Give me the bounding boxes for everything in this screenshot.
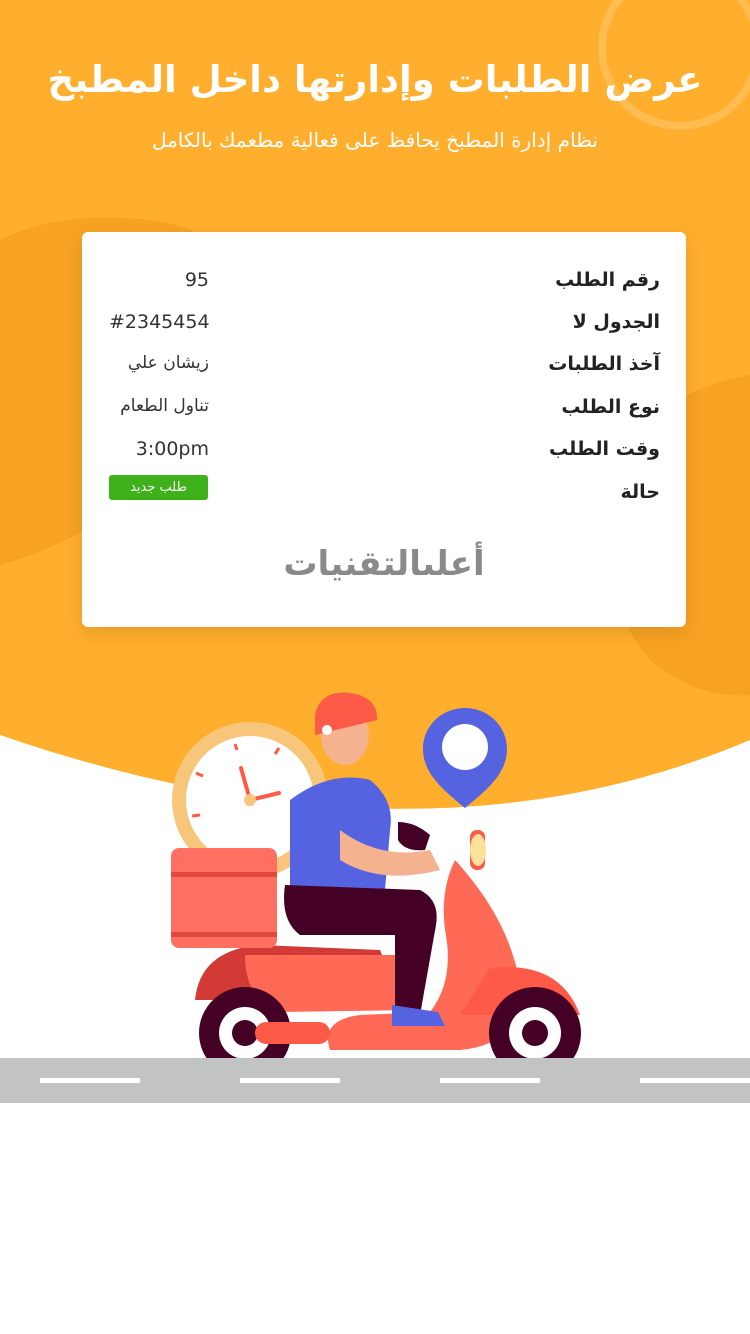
order-type-label: نوع الطلب bbox=[561, 396, 660, 418]
order-taker-value: زيشان علي bbox=[127, 353, 209, 373]
status-badge[interactable]: طلب جديد bbox=[109, 475, 208, 500]
order-time-label: وقت الطلب bbox=[548, 438, 660, 460]
page-title: عرض الطلبات وإدارتها داخل المطبخ bbox=[47, 58, 703, 101]
order-taker-row: آخذ الطلبات زيشان علي bbox=[82, 353, 686, 383]
table-number-value: #2345454 bbox=[109, 311, 210, 333]
order-status-row: حالة طلب جديد bbox=[82, 475, 686, 511]
road-marking bbox=[640, 1078, 750, 1083]
road-marking bbox=[40, 1078, 140, 1083]
road-marking bbox=[240, 1078, 340, 1083]
order-type-row: نوع الطلب تناول الطعام bbox=[82, 396, 686, 426]
road bbox=[0, 1058, 750, 1103]
page-subtitle: نظام إدارة المطبخ يحافظ على فعالية مطعمك… bbox=[151, 128, 599, 152]
hero-background bbox=[0, 0, 750, 809]
order-number-value: 95 bbox=[184, 269, 209, 291]
order-number-label: رقم الطلب bbox=[555, 269, 660, 291]
order-type-value: تناول الطعام bbox=[120, 396, 209, 416]
order-details-card: رقم الطلب 95 الجدول لا #2345454 آخذ الطل… bbox=[82, 232, 686, 627]
order-taker-label: آخذ الطلبات bbox=[548, 353, 660, 375]
location-pin-icon bbox=[423, 708, 507, 808]
order-number-row: رقم الطلب 95 bbox=[82, 269, 686, 299]
delivery-scooter-illustration bbox=[171, 692, 581, 1079]
order-time-row: وقت الطلب 3:00pm bbox=[82, 438, 686, 468]
order-time-value: 3:00pm bbox=[135, 438, 209, 460]
brand-logo-text: أعلىالتقنيات bbox=[283, 544, 485, 584]
order-status-label: حالة bbox=[620, 481, 660, 503]
table-number-label: الجدول لا bbox=[572, 311, 660, 333]
table-number-row: الجدول لا #2345454 bbox=[82, 311, 686, 341]
road-marking bbox=[440, 1078, 540, 1083]
